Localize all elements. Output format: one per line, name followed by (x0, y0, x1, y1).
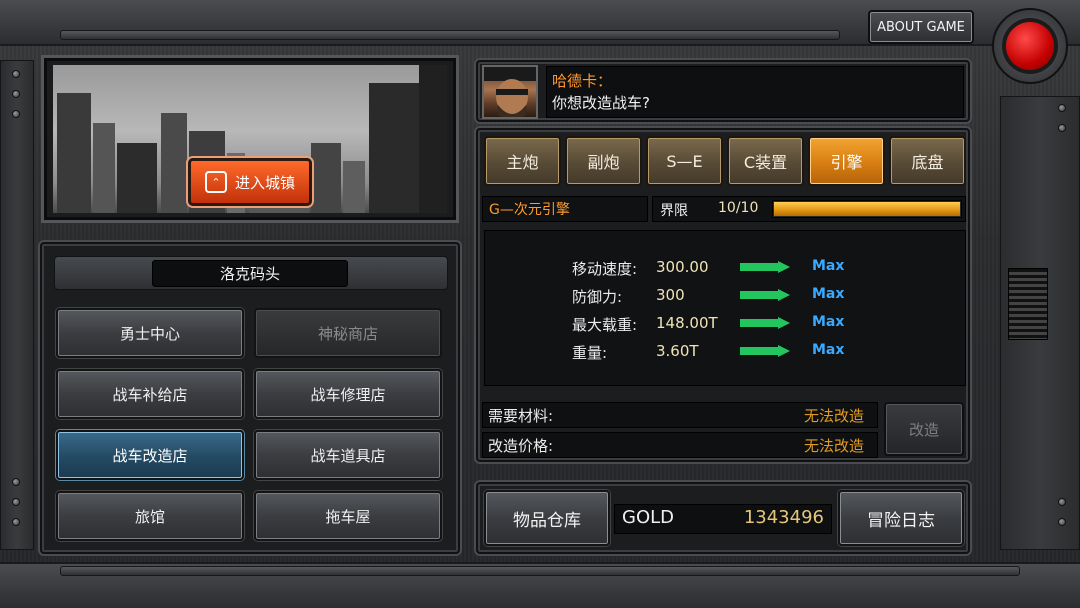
enter-town-label: 进入城镇 (234, 173, 295, 192)
stats-box (484, 230, 966, 386)
tab-chassis[interactable]: 底盘 (889, 136, 966, 186)
menu-label: 神秘商店 (317, 324, 378, 343)
tab-c-device[interactable]: C装置 (727, 136, 804, 186)
green-arrow-icon (740, 345, 790, 357)
price-label: 改造价格: (488, 437, 554, 455)
green-arrow-icon (740, 261, 790, 273)
tab-engine[interactable]: 引擎 (808, 136, 885, 186)
tab-label: C装置 (743, 153, 788, 172)
gold-label: GOLD (622, 507, 675, 528)
about-game-button[interactable]: ABOUT GAME (868, 10, 974, 44)
record-icon (1006, 22, 1054, 70)
tab-se[interactable]: S—E (646, 136, 723, 186)
green-arrow-icon (740, 317, 790, 329)
left-side-panel (0, 60, 34, 550)
menu-tank-items[interactable]: 战车道具店 (254, 430, 442, 480)
rivet (12, 478, 20, 486)
menu-label: 战车改造店 (112, 446, 188, 465)
menu-label: 勇士中心 (119, 324, 180, 343)
menu-warrior-center[interactable]: 勇士中心 (56, 308, 244, 358)
bottom-rail (60, 566, 1020, 576)
materials-value: 无法改造 (804, 407, 865, 425)
tab-main-gun[interactable]: 主炮 (484, 136, 561, 186)
tab-label: 主炮 (506, 153, 539, 172)
rivet (1058, 498, 1066, 506)
menu-label: 旅馆 (134, 507, 165, 526)
stat-max-weight: Max (812, 342, 845, 358)
modify-label: 改造 (908, 420, 939, 439)
limit-value: 10/10 (718, 200, 759, 216)
stat-value-capacity: 148.00T (656, 314, 718, 332)
chevron-up-icon: ⌃ (204, 171, 227, 193)
warehouse-button[interactable]: 物品仓库 (484, 490, 610, 546)
tab-label: 底盘 (911, 153, 944, 172)
rivet (12, 498, 20, 506)
stat-max-capacity: Max (812, 314, 845, 330)
stat-value-speed: 300.00 (656, 258, 709, 276)
menu-tank-modify[interactable]: 战车改造店 (56, 430, 244, 480)
rivet (12, 110, 20, 118)
stat-max-speed: Max (812, 258, 845, 274)
vent-grille (1008, 268, 1048, 340)
stat-label-defense: 防御力: (572, 288, 623, 306)
menu-tow-house[interactable]: 拖车屋 (254, 491, 442, 541)
location-name: 洛克码头 (152, 260, 348, 287)
tab-label: S—E (666, 151, 703, 171)
rivet (12, 70, 20, 78)
top-rail (60, 30, 840, 40)
tab-label: 副炮 (587, 153, 620, 172)
equipment-name: G—次元引擎 (482, 196, 648, 222)
stat-value-weight: 3.60T (656, 342, 699, 360)
rivet (1058, 104, 1066, 112)
log-label: 冒险日志 (867, 510, 935, 531)
warehouse-label: 物品仓库 (513, 510, 581, 531)
menu-mystery-shop[interactable]: 神秘商店 (254, 308, 442, 358)
limit-bar-fill (774, 202, 960, 216)
gold-value: 1343496 (743, 507, 824, 528)
rivet (12, 518, 20, 526)
stat-label-capacity: 最大载重: (572, 316, 638, 334)
menu-label: 拖车屋 (325, 507, 371, 526)
rivet (1058, 124, 1066, 132)
stat-value-defense: 300 (656, 286, 685, 304)
menu-tank-supply[interactable]: 战车补给店 (56, 369, 244, 419)
menu-label: 战车补给店 (112, 385, 188, 404)
stat-label-speed: 移动速度: (572, 260, 638, 278)
record-button[interactable] (992, 8, 1068, 84)
speaker-name: 哈德卡： (552, 72, 613, 90)
menu-label: 战车道具店 (310, 446, 386, 465)
about-label: ABOUT GAME (877, 19, 965, 35)
green-arrow-icon (740, 289, 790, 301)
price-value: 无法改造 (804, 437, 865, 455)
rivet (1058, 518, 1066, 526)
npc-avatar (482, 65, 538, 119)
menu-tank-repair[interactable]: 战车修理店 (254, 369, 442, 419)
enter-town-button[interactable]: ⌃ 进入城镇 (188, 158, 312, 206)
stat-label-weight: 重量: (572, 344, 608, 362)
menu-inn[interactable]: 旅馆 (56, 491, 244, 541)
dialog-text: 你想改造战车? (552, 94, 650, 112)
menu-label: 战车修理店 (310, 385, 386, 404)
modify-button[interactable]: 改造 (884, 402, 964, 456)
adventure-log-button[interactable]: 冒险日志 (838, 490, 964, 546)
tab-sub-gun[interactable]: 副炮 (565, 136, 642, 186)
stat-max-defense: Max (812, 286, 845, 302)
limit-label: 界限 (660, 203, 688, 219)
tab-label: 引擎 (830, 153, 863, 172)
materials-label: 需要材料: (488, 407, 554, 425)
rivet (12, 90, 20, 98)
